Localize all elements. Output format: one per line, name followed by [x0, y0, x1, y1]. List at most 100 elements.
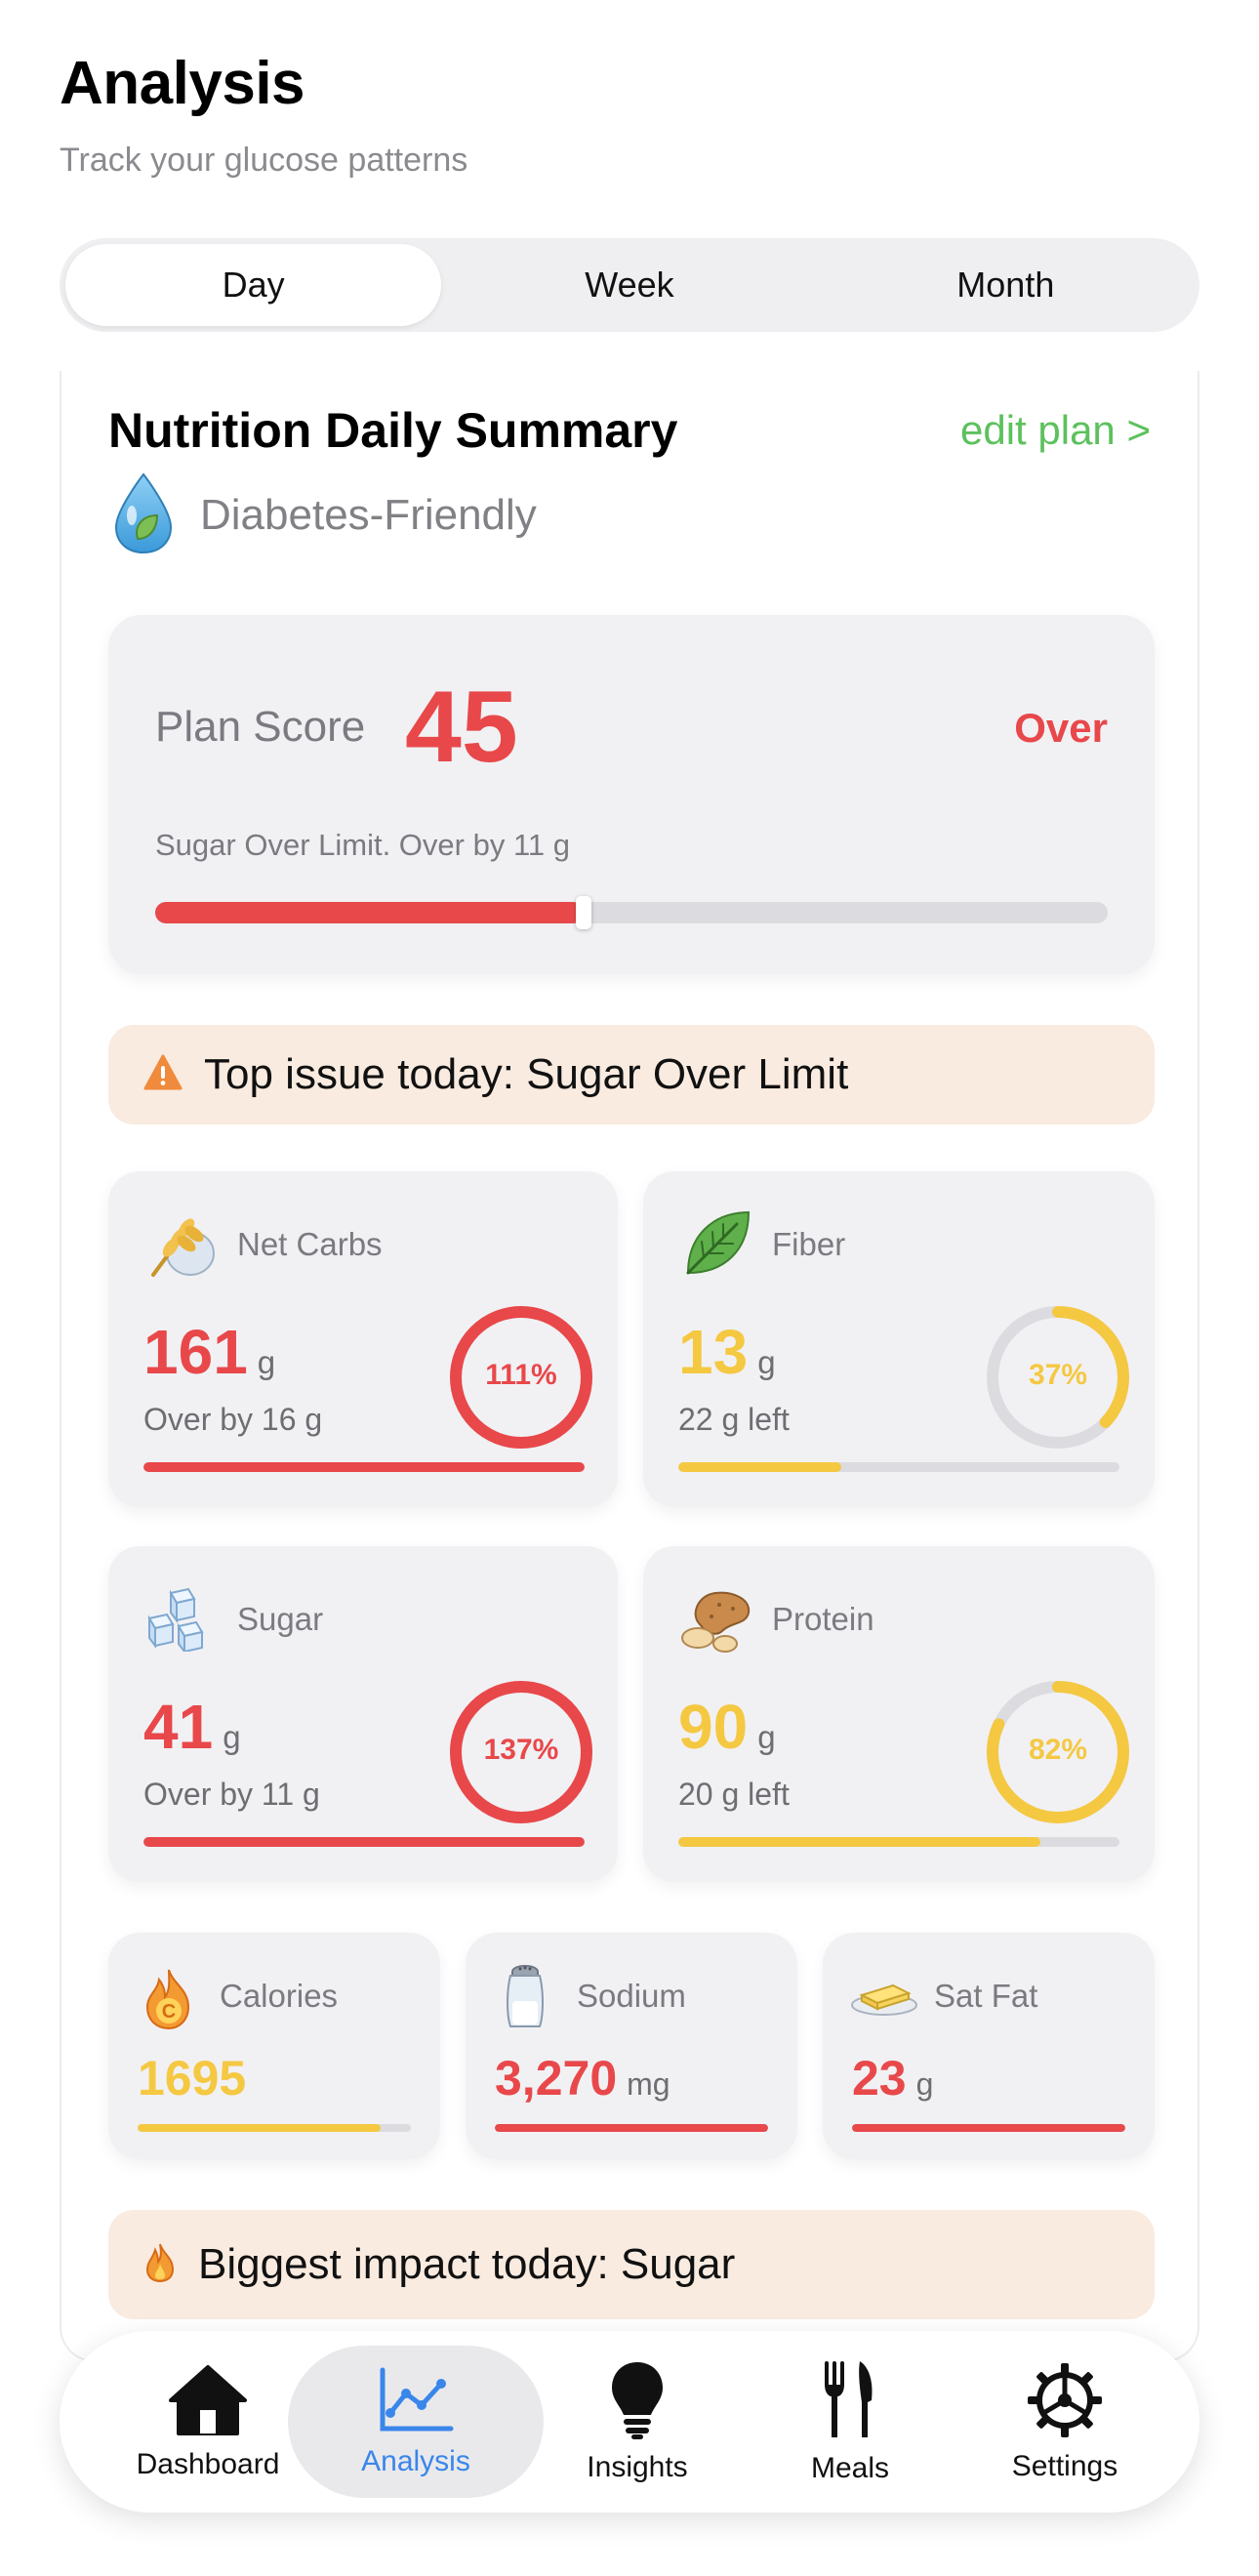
sugar-cubes-icon: [145, 1587, 218, 1656]
nav-insights-label: Insights: [587, 2450, 688, 2483]
net-carbs-percent: 111%: [485, 1359, 557, 1391]
sugar-unit: g: [223, 1719, 241, 1755]
sodium-tile[interactable]: Sodium 3,270 mg: [466, 1933, 797, 2159]
net-carbs-status: Over by 16 g: [143, 1402, 323, 1437]
sodium-value: 3,270 mg: [495, 2050, 670, 2106]
protein-unit: g: [757, 1719, 776, 1755]
sat-fat-value: 23 g: [852, 2050, 933, 2106]
net-carbs-unit: g: [257, 1344, 276, 1380]
gear-icon: [1026, 2361, 1104, 2444]
protein-label: Protein: [772, 1601, 874, 1637]
sodium-unit: mg: [627, 2066, 670, 2102]
nav-analysis-label: Analysis: [361, 2444, 470, 2477]
plan-score-note: Sugar Over Limit. Over by 11 g: [155, 828, 570, 862]
fork-knife-icon: [821, 2359, 879, 2446]
top-issue-banner[interactable]: Top issue today: Sugar Over Limit: [108, 1025, 1155, 1124]
sugar-percent: 137%: [483, 1734, 559, 1766]
card-title: Nutrition Daily Summary: [108, 403, 678, 458]
page-subtitle: Track your glucose patterns: [60, 142, 468, 179]
tab-week[interactable]: Week: [441, 244, 817, 326]
fiber-number: 13: [678, 1317, 749, 1387]
fiber-status: 22 g left: [678, 1402, 790, 1437]
home-icon: [167, 2363, 249, 2442]
fiber-unit: g: [757, 1344, 776, 1380]
fiber-tile[interactable]: Fiber 13 g 22 g left 37%: [643, 1171, 1155, 1507]
calories-tile[interactable]: C Calories 1695: [108, 1933, 440, 2159]
plan-score-value: 45: [405, 671, 518, 784]
fiber-label: Fiber: [772, 1226, 846, 1262]
page-header: Analysis Track your glucose patterns: [60, 49, 467, 180]
wheat-icon: [143, 1206, 218, 1286]
sat-fat-bar-fill: [852, 2124, 1125, 2132]
calories-label: Calories: [220, 1978, 339, 2014]
sodium-bar: [495, 2124, 768, 2132]
nav-dashboard-label: Dashboard: [136, 2447, 280, 2480]
sugar-number: 41: [143, 1692, 214, 1762]
bottom-nav: Dashboard Analysis Insights Meals Settin…: [60, 2331, 1199, 2513]
sugar-status: Over by 11 g: [143, 1777, 320, 1812]
page-title: Analysis: [60, 50, 305, 117]
nav-meals[interactable]: Meals: [743, 2331, 957, 2513]
protein-status: 20 g left: [678, 1777, 790, 1812]
protein-bar-fill: [678, 1837, 1040, 1847]
protein-icon: [680, 1585, 754, 1658]
sat-fat-tile[interactable]: Sat Fat 23 g: [823, 1933, 1155, 2159]
protein-number: 90: [678, 1692, 749, 1762]
sodium-label: Sodium: [577, 1978, 686, 2014]
plan-score-bar-fill: [155, 902, 585, 923]
period-segmented-control: Day Week Month: [60, 238, 1199, 332]
water-drop-leaf-icon: [108, 470, 179, 559]
salt-shaker-icon: [501, 1962, 549, 2035]
calories-value: 1695: [138, 2051, 247, 2106]
top-issue-text: Top issue today: Sugar Over Limit: [204, 1050, 849, 1098]
sugar-label: Sugar: [237, 1601, 324, 1637]
protein-tile[interactable]: Protein 90 g 20 g left 82%: [643, 1546, 1155, 1882]
plan-score-status: Over: [1014, 705, 1108, 751]
nav-settings-label: Settings: [1011, 2449, 1118, 2482]
plan-type-label: Diabetes-Friendly: [200, 490, 537, 539]
nav-settings[interactable]: Settings: [957, 2331, 1172, 2513]
sat-fat-label: Sat Fat: [934, 1978, 1038, 2014]
sugar-bar: [143, 1837, 585, 1847]
tab-day[interactable]: Day: [65, 244, 442, 326]
fiber-bar: [678, 1462, 1119, 1472]
edit-plan-link[interactable]: edit plan >: [960, 407, 1151, 454]
net-carbs-value: 161 g: [143, 1316, 275, 1388]
biggest-impact-text: Biggest impact today: Sugar: [198, 2240, 736, 2288]
nutrition-summary-card: Nutrition Daily Summary edit plan > Diab…: [60, 371, 1199, 2362]
biggest-impact-banner[interactable]: Biggest impact today: Sugar: [108, 2210, 1155, 2319]
card-header: Nutrition Daily Summary edit plan >: [108, 402, 1151, 459]
tab-month[interactable]: Month: [818, 244, 1194, 326]
net-carbs-tile[interactable]: Net Carbs 161 g Over by 16 g 111%: [108, 1171, 618, 1507]
fiber-bar-fill: [678, 1462, 842, 1472]
sat-fat-bar: [852, 2124, 1125, 2132]
protein-percent: 82%: [1028, 1734, 1088, 1766]
sat-fat-unit: g: [915, 2066, 934, 2102]
flame-icon: [143, 2242, 177, 2288]
net-carbs-bar: [143, 1462, 585, 1472]
calories-bar-fill: [138, 2124, 382, 2132]
net-carbs-number: 161: [143, 1317, 248, 1387]
sat-fat-number: 23: [852, 2051, 907, 2106]
protein-bar: [678, 1837, 1119, 1847]
net-carbs-bar-fill: [143, 1462, 585, 1472]
chart-line-icon: [377, 2366, 455, 2439]
sodium-number: 3,270: [495, 2051, 618, 2106]
nav-meals-label: Meals: [810, 2451, 890, 2484]
flame-icon: C: [140, 1966, 198, 2035]
calories-bar: [138, 2124, 411, 2132]
fiber-percent: 37%: [1028, 1359, 1088, 1391]
plan-score-bar-thumb: [576, 896, 592, 929]
fiber-value: 13 g: [678, 1316, 776, 1388]
sugar-value: 41 g: [143, 1691, 241, 1763]
net-carbs-label: Net Carbs: [237, 1226, 383, 1262]
lightbulb-icon: [608, 2360, 667, 2445]
sugar-bar-fill: [143, 1837, 585, 1847]
nav-dashboard[interactable]: Dashboard: [101, 2331, 315, 2513]
plan-score-label: Plan Score: [155, 703, 366, 751]
nav-insights[interactable]: Insights: [530, 2331, 745, 2513]
protein-value: 90 g: [678, 1691, 776, 1763]
sugar-tile[interactable]: Sugar 41 g Over by 11 g 137%: [108, 1546, 618, 1882]
leaf-icon: [680, 1206, 754, 1286]
nav-analysis[interactable]: Analysis: [288, 2346, 544, 2498]
